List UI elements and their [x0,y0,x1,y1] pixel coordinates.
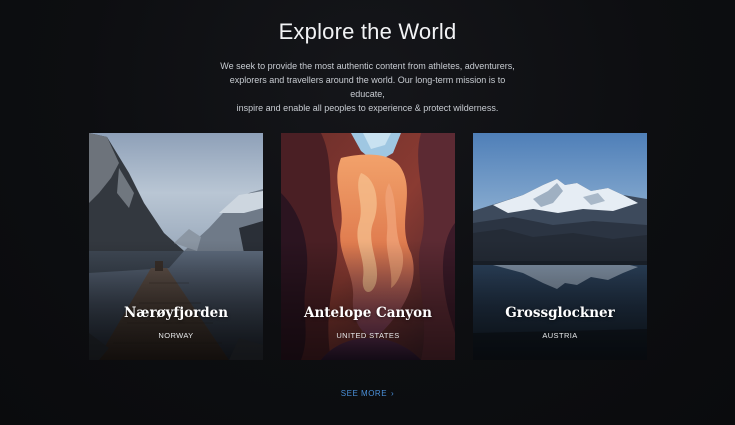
see-more-link[interactable]: SEE MORE › [341,389,394,398]
section-title: Explore the World [278,19,457,44]
destination-card-antelope-canyon[interactable]: Antelope Canyon UNITED STATES [281,133,455,360]
destination-name: Antelope Canyon [304,305,432,321]
destination-country: UNITED STATES [336,331,400,340]
section-description: We seek to provide the most authentic co… [215,59,520,115]
see-more-label: SEE MORE [340,389,388,398]
destination-card-naeroyfjorden[interactable]: Nærøyfjorden NORWAY [89,133,263,360]
see-more-row: SEE MORE › [0,389,735,398]
chevron-right-icon: › [391,389,395,398]
destination-cards: Nærøyfjorden NORWAY Antelope Canyon UNIT… [89,133,647,360]
description-line: explorers and travellers around the worl… [229,75,506,99]
destination-name: Grossglockner [505,305,615,321]
destination-country: AUSTRIA [542,331,578,340]
destination-country: NORWAY [158,331,194,340]
explore-section: Explore the World We seek to provide the… [0,0,735,425]
destination-card-grossglockner[interactable]: Grossglockner AUSTRIA [473,133,647,360]
destination-name: Nærøyfjorden [123,305,229,321]
description-line: inspire and enable all peoples to experi… [236,103,499,113]
description-line: We seek to provide the most authentic co… [220,61,515,71]
